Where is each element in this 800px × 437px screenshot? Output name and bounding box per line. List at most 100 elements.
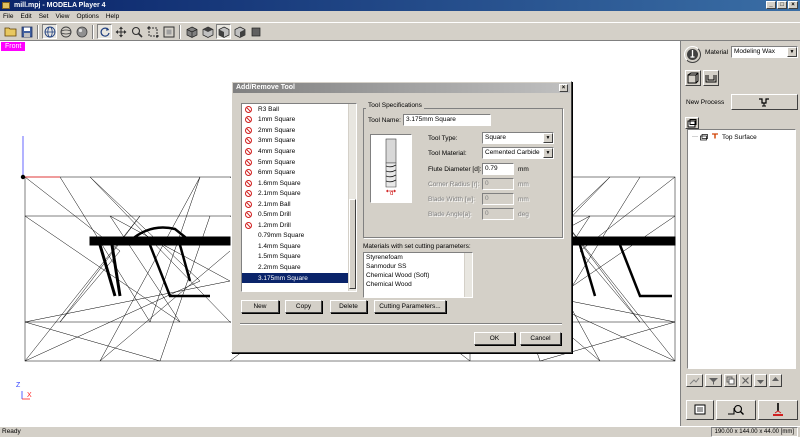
- add-remove-tool-dialog: Add/Remove Tool × R3 Ball 1mm Square 2mm S…: [231, 81, 572, 353]
- window-title-bar: mill.mpj - MODELA Player 4 _ □ ×: [0, 0, 800, 11]
- tool-list-item-label: 1.2mm Drill: [258, 221, 291, 229]
- blade-angle-label: Blade Angle[a]:: [428, 211, 472, 218]
- move-up-button[interactable]: [769, 374, 782, 387]
- tool-list-item[interactable]: 2.2mm Square: [242, 262, 356, 273]
- tool-list-item-label: 2.1mm Ball: [258, 200, 291, 208]
- edit-process-button[interactable]: [705, 374, 722, 387]
- cut-button[interactable]: [758, 400, 798, 420]
- side-cube-icon[interactable]: [232, 24, 247, 39]
- delete-process-button[interactable]: [739, 374, 752, 387]
- flat-cube-icon[interactable]: [248, 24, 263, 39]
- preview-cutting-button[interactable]: [686, 374, 703, 387]
- tree-item-label: Top Surface: [722, 133, 757, 141]
- menu-options[interactable]: Options: [76, 13, 98, 20]
- flute-diameter-label: Flute Diameter [d]:: [428, 166, 482, 173]
- tool-list-item[interactable]: 2.1mm Square: [242, 188, 356, 199]
- globe-view-icon[interactable]: [42, 24, 57, 39]
- flute-diameter-input[interactable]: 0.79: [482, 163, 514, 175]
- tool-list-item[interactable]: R3 Ball: [242, 104, 356, 115]
- material-label: Material: [705, 49, 729, 56]
- front-cube-icon[interactable]: [216, 24, 231, 39]
- stock-button[interactable]: [685, 70, 701, 86]
- status-dimensions: 190.00 x 144.00 x 44.00 [mm]: [710, 427, 798, 437]
- tool-type-select[interactable]: Square ▼: [482, 132, 554, 144]
- tool-list-item[interactable]: 2.1mm Ball: [242, 199, 356, 210]
- copy-tool-button[interactable]: Copy: [285, 300, 322, 313]
- tool-list-item[interactable]: 5mm Square: [242, 157, 356, 168]
- tree-item-top-surface[interactable]: ··· Top Surface: [692, 133, 757, 141]
- tool-list-item[interactable]: 1.4mm Square: [242, 241, 356, 252]
- menu-set[interactable]: Set: [39, 13, 49, 20]
- tool-list-item[interactable]: 1.5mm Square: [242, 252, 356, 263]
- blade-width-input: 0: [482, 193, 514, 205]
- new-process-button[interactable]: [731, 94, 798, 110]
- wireframe-globe-icon[interactable]: [58, 24, 73, 39]
- cancel-button[interactable]: Cancel: [520, 332, 561, 345]
- delete-tool-button[interactable]: Delete: [330, 300, 367, 313]
- cutting-parameters-button[interactable]: Cutting Parameters...: [374, 300, 446, 313]
- ok-button[interactable]: OK: [474, 332, 515, 345]
- close-button[interactable]: ×: [788, 1, 798, 9]
- top-cube-icon[interactable]: [200, 24, 215, 39]
- tool-list-item[interactable]: 1mm Square: [242, 115, 356, 126]
- no-entry-icon: [245, 126, 252, 134]
- open-folder-icon[interactable]: [3, 24, 18, 39]
- dialog-title: Add/Remove Tool: [236, 84, 295, 91]
- dialog-close-button[interactable]: ×: [559, 84, 568, 92]
- blade-width-unit: mm: [518, 196, 529, 203]
- tool-list-item[interactable]: 0.5mm Drill: [242, 209, 356, 220]
- iso-cube-icon[interactable]: [184, 24, 199, 39]
- shaded-sphere-icon[interactable]: [74, 24, 89, 39]
- surface-button[interactable]: [703, 70, 719, 86]
- tool-list[interactable]: R3 Ball 1mm Square 2mm Square 3mm Square 4mm…: [241, 103, 357, 292]
- materials-scrollbar[interactable]: [464, 253, 472, 297]
- tool-list-item[interactable]: 1.6mm Square: [242, 178, 356, 189]
- list-item[interactable]: Styrenefoam: [364, 253, 472, 262]
- tray-icon: [705, 75, 717, 83]
- menu-help[interactable]: Help: [106, 13, 119, 20]
- process-tree[interactable]: ··· Top Surface: [687, 129, 796, 369]
- preview-button[interactable]: [686, 400, 714, 420]
- tool-list-item[interactable]: 0.79mm Square: [242, 231, 356, 242]
- process-list-icon: [687, 118, 697, 127]
- zoom-extents-icon[interactable]: [145, 24, 160, 39]
- list-item[interactable]: Sanmodur SS: [364, 262, 472, 271]
- dialog-title-bar: Add/Remove Tool ×: [233, 83, 570, 93]
- move-down-button[interactable]: [754, 374, 767, 387]
- axis-z-label: Z: [16, 382, 21, 389]
- tool-list-item[interactable]: 2mm Square: [242, 125, 356, 136]
- no-entry-icon: [245, 116, 252, 124]
- scroll-thumb[interactable]: [349, 199, 356, 289]
- tool-list-scrollbar[interactable]: [348, 104, 356, 291]
- menu-edit[interactable]: Edit: [20, 13, 31, 20]
- tool-list-item-label: 2.1mm Square: [258, 190, 301, 198]
- tool-settings-button[interactable]: [684, 46, 701, 63]
- tool-list-item-label: 0.5mm Drill: [258, 211, 291, 219]
- screen-icon: [694, 404, 706, 415]
- tool-list-item[interactable]: 1.2mm Drill: [242, 220, 356, 231]
- materials-list[interactable]: Styrenefoam Sanmodur SS Chemical Wood (S…: [363, 252, 473, 298]
- save-icon[interactable]: [19, 24, 34, 39]
- list-item[interactable]: Chemical Wood (Soft): [364, 271, 472, 280]
- new-tool-button[interactable]: New: [241, 300, 279, 313]
- pan-move-icon[interactable]: [113, 24, 128, 39]
- list-item[interactable]: Chemical Wood: [364, 280, 472, 289]
- tool-list-item-label: 0.79mm Square: [258, 232, 305, 240]
- maximize-button[interactable]: □: [777, 1, 787, 9]
- tool-list-item[interactable]: 3mm Square: [242, 136, 356, 147]
- tool-list-item[interactable]: 4mm Square: [242, 146, 356, 157]
- rotate-icon[interactable]: [97, 24, 112, 39]
- menu-view[interactable]: View: [55, 13, 69, 20]
- tool-material-select[interactable]: Cemented Carbide ▼: [482, 147, 554, 159]
- zoom-icon[interactable]: [129, 24, 144, 39]
- menu-file[interactable]: File: [3, 13, 13, 20]
- tool-list-item[interactable]: 6mm Square: [242, 167, 356, 178]
- simulate-button[interactable]: [716, 400, 756, 420]
- minimize-button[interactable]: _: [766, 1, 776, 9]
- fit-window-icon[interactable]: [161, 24, 176, 39]
- material-select[interactable]: Modeling Wax ▼: [731, 46, 798, 58]
- tool-list-item[interactable]: 3.175mm Square: [242, 272, 356, 284]
- copy-process-button[interactable]: [724, 374, 737, 387]
- tool-name-input[interactable]: 3.175mm Square: [403, 114, 491, 126]
- process-tab[interactable]: [685, 117, 699, 129]
